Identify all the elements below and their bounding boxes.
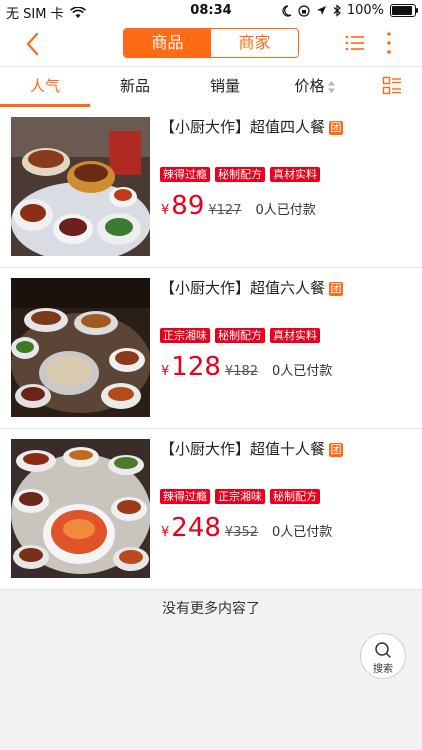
group-buy-badge: 团 (329, 120, 344, 135)
currency-symbol: ¥ (161, 203, 170, 218)
original-price: ¥352 (224, 525, 259, 540)
product-image (11, 439, 150, 578)
tab-new[interactable]: 新品 (90, 67, 180, 107)
battery-percent: 100% (346, 3, 384, 18)
group-buy-badge: 团 (329, 442, 344, 457)
currency-symbol: ¥ (161, 364, 170, 379)
current-price: 89 (171, 191, 205, 221)
product-tag: 真材实料 (270, 328, 320, 343)
list-menu-icon[interactable] (344, 32, 366, 54)
product-tag: 辣得过瘾 (160, 167, 210, 182)
price-row: ¥ 89 ¥127 0人已付款 (161, 191, 316, 221)
back-arrow-icon[interactable] (20, 30, 48, 58)
original-price: ¥127 (208, 203, 242, 218)
original-price: ¥182 (224, 364, 259, 379)
sort-arrows-icon (327, 80, 335, 93)
search-label: 搜索 (373, 664, 393, 675)
price-row: ¥ 248 ¥352 0人已付款 (161, 513, 332, 543)
moon-icon (282, 4, 292, 17)
paid-count: 0人已付款 (255, 203, 316, 218)
search-button[interactable]: 搜索 (360, 633, 406, 679)
more-vertical-icon[interactable] (384, 30, 394, 56)
product-title: 【小厨大作】超值十人餐团 (160, 438, 344, 459)
battery-icon (390, 4, 418, 17)
current-price: 128 (171, 352, 221, 382)
bluetooth-icon (333, 4, 341, 17)
segment-goods[interactable]: 商品 (124, 29, 211, 57)
location-icon (316, 5, 326, 15)
segment-control: 商品 商家 (123, 28, 299, 58)
product-title-text: 【小厨大作】超值六人餐 (160, 279, 326, 297)
current-price: 248 (171, 513, 221, 543)
tab-price-label: 价格 (294, 77, 325, 95)
product-tag: 秘制配方 (270, 489, 320, 504)
tab-sales[interactable]: 销量 (180, 67, 270, 107)
price-row: ¥ 128 ¥182 0人已付款 (161, 352, 332, 382)
rotation-lock-icon (298, 4, 310, 17)
product-tags: 正宗湘味 秘制配方 真材实料 (160, 328, 320, 343)
product-tag: 辣得过瘾 (160, 489, 210, 504)
product-tags: 辣得过瘾 秘制配方 真材实料 (160, 167, 320, 182)
paid-count: 0人已付款 (272, 364, 333, 379)
segment-merchant[interactable]: 商家 (211, 29, 298, 57)
list-item[interactable]: 【小厨大作】超值十人餐团 辣得过瘾 正宗湘味 秘制配方 ¥ 248 ¥352 0… (0, 429, 422, 590)
currency-symbol: ¥ (161, 525, 170, 540)
product-tag: 正宗湘味 (215, 489, 265, 504)
tab-price[interactable]: 价格 (270, 67, 360, 107)
product-title: 【小厨大作】超值六人餐团 (160, 277, 344, 298)
status-bar: 无 SIM 卡 08:34 100% (0, 0, 422, 22)
product-list: 【小厨大作】超值四人餐团 辣得过瘾 秘制配方 真材实料 ¥ 89 ¥127 0人… (0, 107, 422, 590)
group-buy-badge: 团 (329, 281, 344, 296)
product-tag: 秘制配方 (215, 328, 265, 343)
product-image (11, 278, 150, 417)
no-more-content: 没有更多内容了 (162, 601, 260, 617)
product-title-text: 【小厨大作】超值四人餐 (160, 118, 326, 136)
product-tag: 秘制配方 (215, 167, 265, 182)
filter-tabs: 人气 新品 销量 价格 (0, 66, 422, 108)
nav-bar: 商品 商家 (0, 22, 422, 66)
tab-popular[interactable]: 人气 (0, 67, 90, 107)
product-title-text: 【小厨大作】超值十人餐 (160, 440, 326, 458)
status-right: 100% (281, 3, 418, 18)
search-icon (375, 642, 391, 658)
grid-list-toggle-icon[interactable] (382, 76, 402, 96)
product-tag: 正宗湘味 (160, 328, 210, 343)
product-title: 【小厨大作】超值四人餐团 (160, 116, 344, 137)
product-tags: 辣得过瘾 正宗湘味 秘制配方 (160, 489, 320, 504)
list-item[interactable]: 【小厨大作】超值四人餐团 辣得过瘾 秘制配方 真材实料 ¥ 89 ¥127 0人… (0, 107, 422, 268)
product-image (11, 117, 150, 256)
product-tag: 真材实料 (270, 167, 320, 182)
paid-count: 0人已付款 (272, 525, 333, 540)
list-item[interactable]: 【小厨大作】超值六人餐团 正宗湘味 秘制配方 真材实料 ¥ 128 ¥182 0… (0, 268, 422, 429)
